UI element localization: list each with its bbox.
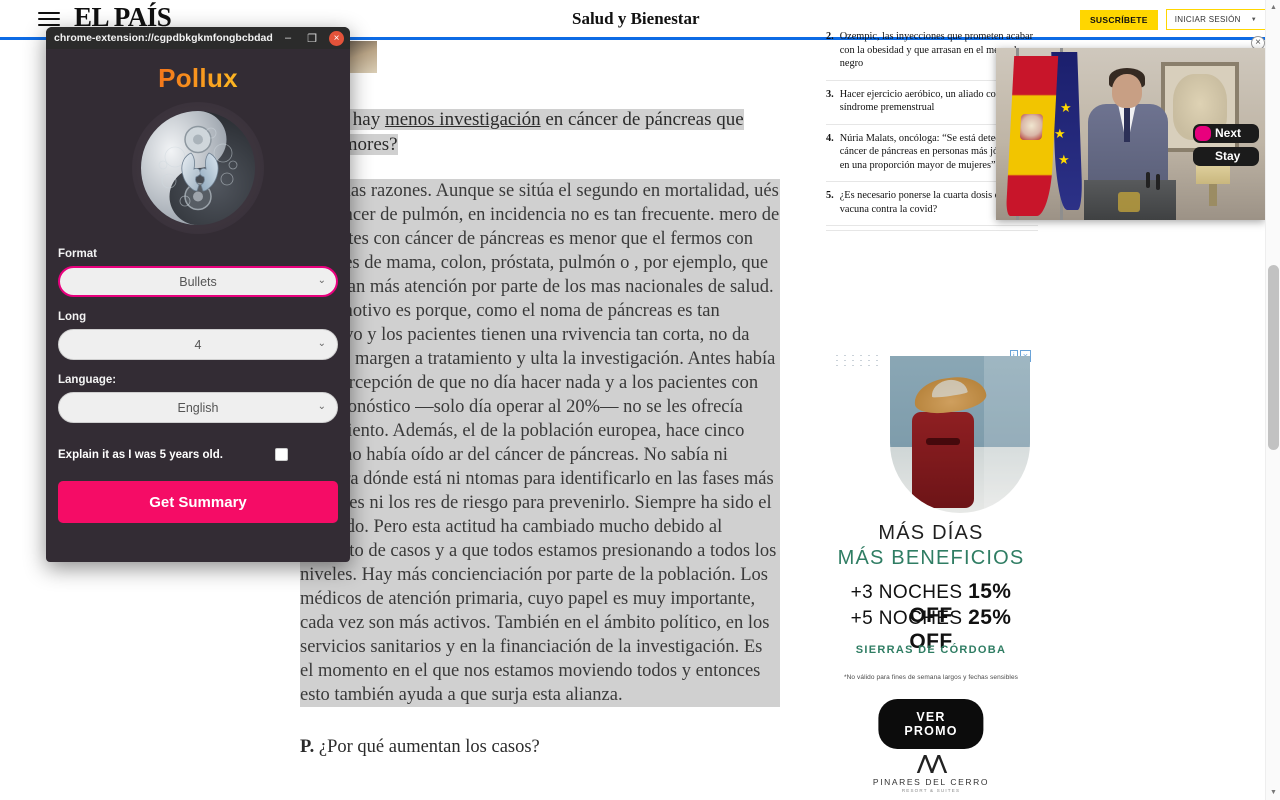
explain-simple-row: Explain it as I was 5 years old. [58,448,338,461]
article-column: or qué hay menos investigación en cáncer… [300,45,780,758]
scroll-up-icon[interactable]: ▲ [1266,0,1280,15]
article-next-question: P. ¿Por qué aumentan los casos? [300,737,780,758]
login-label: INICIAR SESIÓN [1174,15,1241,24]
list-item-rank: 5. [826,190,834,201]
language-select-wrap: English ⌄ [58,392,338,423]
popup-title-bar[interactable]: chrome-extension://cgpdbkgkmfongbcbdaddf… [46,27,350,49]
maximize-icon[interactable]: ❐ [303,30,321,46]
format-label: Format [58,248,97,260]
inline-link-menos-investigacion[interactable]: menos investigación [385,109,541,130]
header-actions: SUSCRÍBETE INICIAR SESIÓN ▼ [1079,9,1266,30]
close-icon[interactable]: × [329,30,344,46]
question-text-end: en cáncer de páncreas que [540,109,744,130]
ad-headline-1: MÁS DÍAS [878,522,984,544]
popup-body: Pollux Format Bullets ⌄ Long 4 ⌄ Languag… [46,49,350,562]
list-item-rank: 4. [826,132,834,144]
explain-simple-label: Explain it as I was 5 years old. [58,448,223,461]
video-next-label: Next [1215,126,1242,140]
next-question-marker: P. [300,737,315,757]
ad-headline-2: MÁS BENEFICIOS [837,547,1025,569]
get-summary-button[interactable]: Get Summary [58,481,338,523]
ad-brand-block: ⋀⋀ PINARES DEL CERRO RESORT & SUITES [826,752,1036,793]
ad-brand-tagline: RESORT & SUITES [901,788,961,793]
minimize-icon[interactable]: – [279,30,297,46]
video-overlay-controls: Next Stay [1193,124,1259,166]
article-body-paragraph: ay varias razones. Aunque se sitúa el se… [300,179,780,707]
ad-cta-button[interactable]: VER PROMO [878,699,984,749]
extension-popup-window[interactable]: chrome-extension://cgpdbkgkmfongbcbdaddf… [46,27,350,562]
video-stay-button[interactable]: Stay [1193,147,1259,166]
explain-simple-checkbox[interactable] [275,448,288,461]
chevron-down-icon: ▼ [1250,16,1257,23]
ad-offer-1-pre: +3 NOCHES [850,582,969,603]
yin-yang-two-faces-logo-icon [132,102,264,234]
ad-location: SIERRAS DE CÓRDOBA [855,644,1007,656]
stay-pill-icon [1195,149,1211,164]
video-next-button[interactable]: Next [1193,124,1259,143]
brand-logo-icon: ⋀⋀ [917,753,946,774]
ad-disclaimer: *No válido para fines de semana largos y… [843,674,1019,681]
next-question-text: ¿Por qué aumentan los casos? [318,737,540,757]
language-label: Language: [58,374,117,386]
login-button[interactable]: INICIAR SESIÓN ▼ [1165,9,1266,30]
long-select-wrap: 4 ⌄ [58,329,338,360]
ad-hero-image [890,356,1030,513]
video-stay-label: Stay [1215,149,1241,163]
format-select-wrap: Bullets ⌄ [58,266,338,297]
next-pill-icon [1195,126,1211,141]
subscribe-button[interactable]: SUSCRÍBETE [1079,9,1158,30]
popup-url-label: chrome-extension://cgpdbkgkmfongbcbdaddf… [54,32,273,44]
page-scrollbar[interactable]: ▲ ▼ [1265,0,1280,800]
popup-brand-title: Pollux [58,63,338,94]
ad-offer-2-pre: +5 NOCHES [850,608,969,629]
scrollbar-thumb[interactable] [1268,265,1279,450]
list-item-rank: 2. [826,31,834,42]
scroll-down-icon[interactable]: ▼ [1266,785,1280,800]
language-select[interactable]: English [58,392,338,423]
ad-dot-pattern [833,353,881,369]
list-item-rank: 3. [826,88,834,100]
rail-divider [826,230,1038,231]
ad-brand-name: PINARES DEL CERRO [872,777,990,787]
article-question: or qué hay menos investigación en cáncer… [300,108,780,157]
long-select[interactable]: 4 [58,329,338,360]
hamburger-menu-icon[interactable] [38,11,60,26]
page-title: Salud y Bienestar [572,9,700,28]
format-select[interactable]: Bullets [58,266,338,297]
page-root: EL PAÍS Salud y Bienestar SUSCRÍBETE INI… [0,0,1280,800]
popup-logo-wrap [58,102,338,234]
sticky-video-player[interactable]: ★ ★ ★ Next Stay [996,48,1265,220]
advertisement-card[interactable]: i × MÁS DÍAS MÁS BENEFICIOS +3 NOCHES 15… [826,346,1036,749]
long-label: Long [58,311,87,323]
